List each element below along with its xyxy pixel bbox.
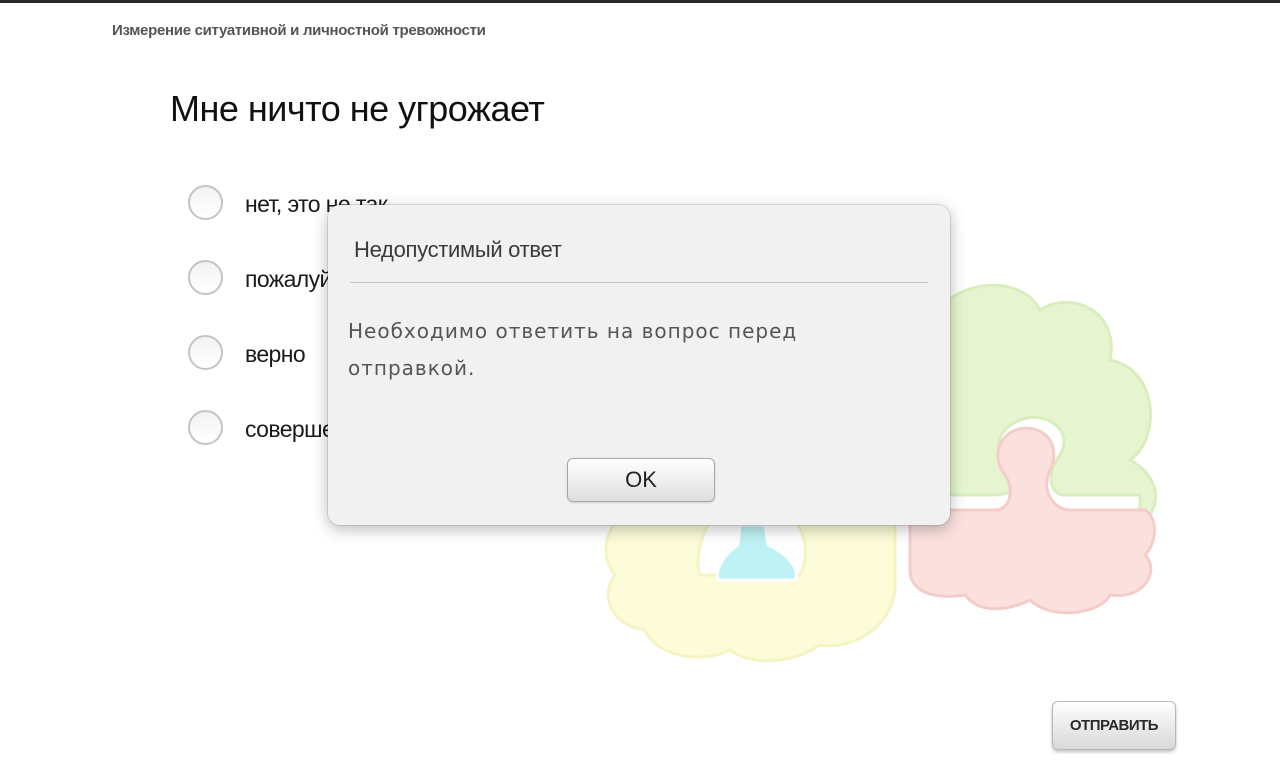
dialog-title: Недопустимый ответ — [354, 237, 562, 262]
app-title: Измерение ситуативной и личностной трево… — [112, 22, 486, 39]
radio-button-icon[interactable] — [188, 335, 223, 370]
radio-button-icon[interactable] — [188, 185, 223, 220]
answer-option-label[interactable]: верно — [245, 341, 306, 368]
question-text: Мне ничто не угрожает — [170, 88, 545, 129]
puzzle-piece-blue — [715, 523, 798, 582]
ok-button[interactable]: OK — [567, 458, 715, 502]
radio-button-icon[interactable] — [188, 410, 223, 445]
radio-button-icon[interactable] — [188, 260, 223, 295]
invalid-answer-dialog: Недопустимый ответ Необходимо ответить н… — [328, 205, 950, 525]
top-border — [0, 0, 1280, 3]
dialog-message: Необходимо ответить на вопрос перед отпр… — [348, 319, 798, 380]
dialog-divider — [350, 282, 928, 283]
submit-button[interactable]: ОТПРАВИТЬ — [1052, 701, 1176, 750]
